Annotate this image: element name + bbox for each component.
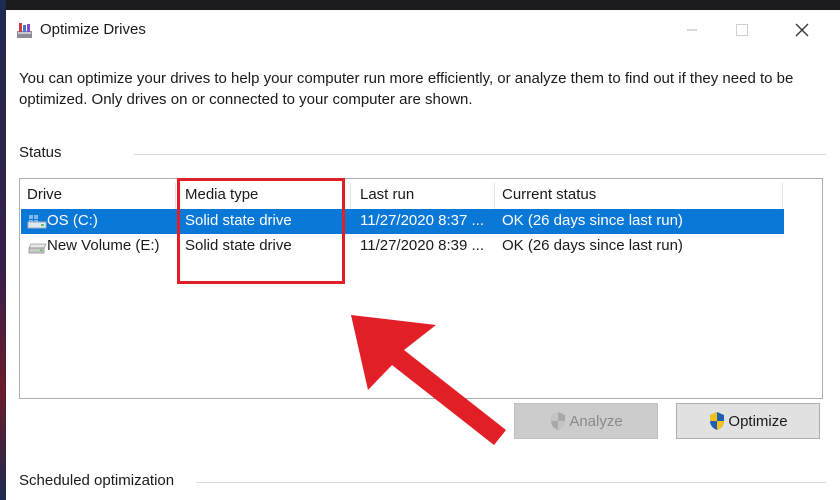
uac-shield-icon — [710, 412, 725, 430]
drive-current-status: OK (26 days since last run) — [502, 237, 683, 254]
analyze-button-label: Analyze — [569, 412, 623, 430]
annotation-highlight-box — [177, 178, 345, 284]
window-title: Optimize Drives — [40, 21, 146, 38]
column-divider[interactable] — [494, 183, 495, 209]
description-text: You can optimize your drives to help you… — [19, 70, 794, 108]
os-drive-icon — [27, 215, 47, 229]
maximize-button[interactable] — [714, 10, 770, 50]
scheduled-optimization-label: Scheduled optimization — [19, 472, 175, 489]
optimize-button-label: Optimize — [728, 412, 788, 430]
drive-current-status: OK (26 days since last run) — [502, 212, 683, 229]
drive-last-run: 11/27/2020 8:39 ... — [360, 237, 484, 254]
drive-name: OS (C:) — [47, 212, 98, 229]
column-header-current-status[interactable]: Current status — [502, 186, 596, 208]
status-section-label: Status — [19, 144, 62, 161]
status-separator — [134, 154, 826, 155]
drive-name: New Volume (E:) — [47, 237, 160, 254]
annotation-arrow-icon — [351, 315, 506, 445]
column-divider[interactable] — [782, 183, 783, 209]
minimize-button[interactable] — [664, 10, 720, 50]
uac-shield-icon — [551, 412, 566, 430]
minimize-icon — [687, 29, 697, 31]
column-divider[interactable] — [175, 183, 176, 209]
optimize-drives-window: Optimize Drives You can optimize your dr… — [6, 10, 840, 500]
column-header-last-run[interactable]: Last run — [360, 186, 414, 208]
scheduled-separator — [196, 482, 826, 483]
title-bar[interactable]: Optimize Drives — [6, 10, 840, 50]
disk-drive-icon — [28, 243, 47, 254]
column-divider[interactable] — [350, 183, 351, 209]
column-header-drive[interactable]: Drive — [27, 186, 62, 208]
drive-row-new-volume-e[interactable]: New Volume (E:) Solid state drive 11/27/… — [21, 234, 784, 259]
maximize-icon — [736, 24, 748, 36]
analyze-button[interactable]: Analyze — [514, 403, 658, 439]
optimize-button[interactable]: Optimize — [676, 403, 820, 439]
optimize-drives-app-icon — [17, 23, 32, 38]
drive-last-run: 11/27/2020 8:37 ... — [360, 212, 484, 229]
drive-row-os-c[interactable]: OS (C:) Solid state drive 11/27/2020 8:3… — [21, 209, 784, 234]
close-icon — [795, 23, 809, 37]
close-button[interactable] — [774, 10, 830, 50]
